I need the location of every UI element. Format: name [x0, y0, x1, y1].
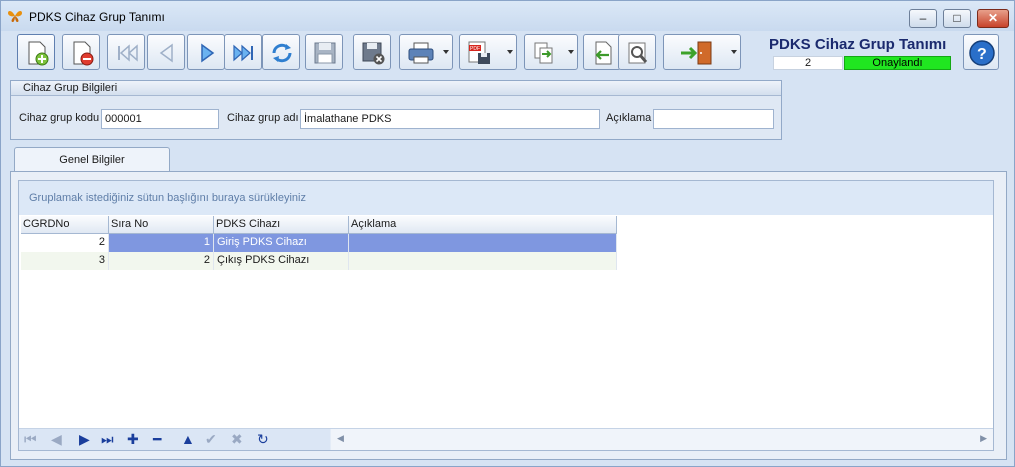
horizontal-scrollbar[interactable]: ◀ ▶ — [331, 429, 993, 450]
cell-pdks-cihazi: Giriş PDKS Cihazı — [214, 234, 349, 252]
first-icon — [118, 44, 138, 62]
export-dropdown-arrow-icon[interactable] — [568, 50, 574, 54]
nav-refresh-icon[interactable]: ↻ — [257, 431, 269, 447]
cell-cgrdno: 3 — [21, 252, 109, 270]
next-record-button[interactable] — [187, 34, 225, 70]
maximize-button[interactable]: □ — [943, 9, 971, 28]
cell-aciklama — [349, 234, 617, 252]
print-button[interactable] — [399, 34, 453, 70]
export-pdf-button[interactable]: PDF — [459, 34, 517, 70]
nav-next-icon[interactable]: ▶ — [79, 431, 90, 447]
svg-text:PDF: PDF — [470, 46, 480, 52]
last-record-button[interactable] — [224, 34, 262, 70]
exit-button[interactable] — [663, 34, 741, 70]
description-label: Açıklama — [606, 112, 652, 124]
first-record-button[interactable] — [107, 34, 145, 70]
nav-up-icon[interactable]: ▲ — [181, 431, 195, 447]
title-bar: PDKS Cihaz Grup Tanımı – □ ✕ — [1, 1, 1014, 31]
name-field[interactable]: İmalathane PDKS — [300, 109, 600, 129]
column-header-aciklama[interactable]: Açıklama — [349, 216, 617, 234]
code-field[interactable]: 000001 — [101, 109, 219, 129]
scroll-left-icon[interactable]: ◀ — [337, 433, 344, 444]
previous-record-button[interactable] — [147, 34, 185, 70]
cell-sira-no: 1 — [109, 234, 214, 252]
delete-document-icon — [73, 41, 94, 66]
group-by-panel[interactable]: Gruplamak istediğiniz sütun başlığını bu… — [19, 181, 993, 215]
refresh-button[interactable] — [262, 34, 300, 70]
tools-button[interactable] — [618, 34, 656, 70]
name-label: Cihaz grup adı — [227, 112, 299, 124]
status-badge: Onaylandı — [844, 56, 951, 70]
cancel-save-button[interactable] — [353, 34, 391, 70]
save-button[interactable] — [305, 34, 343, 70]
cell-cgrdno: 2 — [21, 234, 109, 252]
exit-dropdown-arrow-icon[interactable] — [731, 50, 737, 54]
device-group-info-panel: Cihaz Grup Bilgileri Cihaz grup kodu 000… — [10, 80, 782, 140]
print-dropdown-arrow-icon[interactable] — [443, 50, 449, 54]
exit-door-icon — [681, 41, 712, 65]
nav-add-icon[interactable]: ✚ — [127, 431, 139, 447]
cell-pdks-cihazi: Çıkış PDKS Cihazı — [214, 252, 349, 270]
refresh-icon — [272, 43, 292, 63]
form-header-title: PDKS Cihaz Grup Tanımı — [769, 36, 947, 53]
minimize-button[interactable]: – — [909, 9, 937, 28]
nav-first-icon[interactable]: ⏮ — [24, 431, 37, 447]
grid-navigator: ⏮ ◀ ▶ ⏭ ✚ ━ ▲ ✔ ✖ ↻ ◀ ▶ — [19, 428, 993, 450]
navigator-buttons: ⏮ ◀ ▶ ⏭ ✚ ━ ▲ ✔ ✖ ↻ — [19, 429, 330, 450]
column-header-sira-no[interactable]: Sıra No — [109, 216, 214, 234]
pdf-dropdown-arrow-icon[interactable] — [507, 50, 513, 54]
butterfly-app-icon — [8, 11, 22, 22]
column-header-pdks-cihazi[interactable]: PDKS Cihazı — [214, 216, 349, 234]
printer-icon — [408, 42, 434, 64]
main-window: PDKS Cihaz Grup Tanımı – □ ✕ PDF PDKS Ci… — [0, 0, 1015, 467]
description-field[interactable] — [653, 109, 774, 129]
export-icon — [534, 42, 553, 64]
table-row[interactable]: 3 2 Çıkış PDKS Cihazı — [21, 252, 617, 270]
export-button[interactable] — [524, 34, 578, 70]
svg-text:?: ? — [977, 46, 987, 63]
nav-confirm-icon[interactable]: ✔ — [205, 431, 217, 447]
nav-prev-icon[interactable]: ◀ — [51, 431, 62, 447]
scroll-right-icon[interactable]: ▶ — [980, 433, 987, 444]
new-document-icon — [28, 41, 49, 66]
next-icon — [201, 43, 215, 63]
new-record-button[interactable] — [17, 34, 55, 70]
pdf-icon: PDF — [468, 41, 490, 64]
save-cancel-icon — [362, 42, 385, 65]
tools-icon — [628, 42, 648, 64]
code-label: Cihaz grup kodu — [19, 112, 100, 124]
window-title: PDKS Cihaz Grup Tanımı — [29, 10, 165, 24]
nav-cancel-icon[interactable]: ✖ — [231, 431, 243, 447]
previous-icon — [159, 43, 173, 63]
cell-aciklama — [349, 252, 617, 270]
device-grid: Gruplamak istediğiniz sütun başlığını bu… — [18, 180, 994, 451]
import-button[interactable] — [583, 34, 621, 70]
cell-sira-no: 2 — [109, 252, 214, 270]
help-button[interactable]: ? — [963, 34, 999, 70]
help-icon: ? — [969, 40, 995, 66]
record-number: 2 — [773, 56, 843, 70]
table-row[interactable]: 2 1 Giriş PDKS Cihazı — [21, 234, 617, 252]
column-header-cgrdno[interactable]: CGRDNo — [21, 216, 109, 234]
panel-title: Cihaz Grup Bilgileri — [11, 81, 781, 96]
tab-genel-bilgiler[interactable]: Genel Bilgiler — [14, 147, 170, 172]
close-button[interactable]: ✕ — [977, 9, 1009, 28]
nav-remove-icon[interactable]: ━ — [153, 431, 161, 447]
last-icon — [233, 44, 253, 62]
import-icon — [595, 41, 612, 65]
save-icon — [314, 42, 336, 64]
delete-record-button[interactable] — [62, 34, 100, 70]
nav-last-icon[interactable]: ⏭ — [101, 431, 114, 447]
